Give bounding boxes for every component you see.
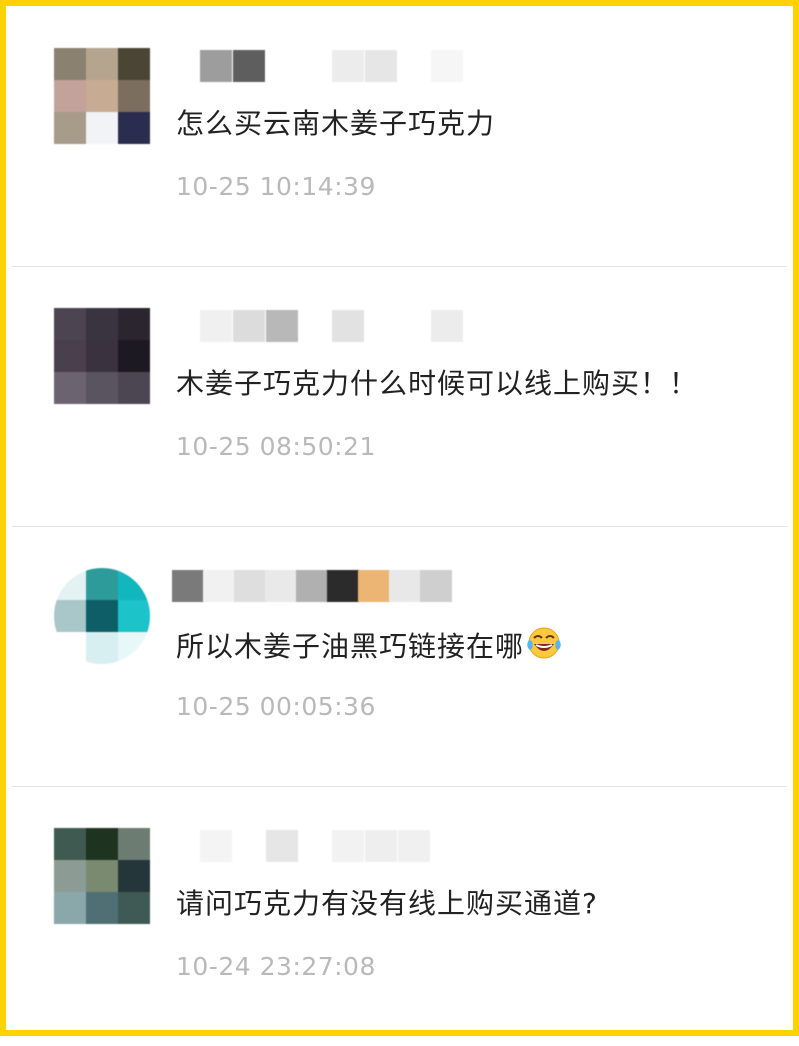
avatar-mosaic-cell — [86, 828, 118, 860]
avatar-mosaic-cell — [54, 308, 86, 340]
avatar-mosaic-cell — [54, 80, 86, 112]
comment-item[interactable]: 所以木姜子油黑巧链接在哪 10-25 00:05:36 — [12, 526, 787, 787]
avatar-mosaic-cell — [86, 80, 118, 112]
avatar-mosaic-cell — [86, 308, 118, 340]
username-mosaic-cell — [200, 310, 232, 342]
username-mosaic-cell — [266, 50, 298, 82]
avatar-mosaic-cell — [118, 372, 150, 404]
avatar-mosaic-cell — [118, 632, 150, 664]
avatar-mosaic-cell — [54, 860, 86, 892]
username-mosaic-cell — [332, 310, 364, 342]
username-mosaic-cell — [332, 50, 364, 82]
username-mosaic-cell — [299, 830, 331, 862]
comment-text: 木姜子巧克力什么时候可以线上购买！！ — [176, 367, 699, 400]
avatar-mosaic-cell — [54, 372, 86, 404]
comment-timestamp: 10-25 10:14:39 — [176, 172, 376, 201]
username-pixelated[interactable] — [170, 310, 630, 342]
avatar[interactable] — [54, 48, 150, 144]
username-mosaic-cell — [296, 570, 328, 602]
username-mosaic-cell — [398, 830, 430, 862]
username-mosaic-cell — [365, 830, 397, 862]
avatar-mosaic-cell — [86, 568, 118, 600]
username-pixelated[interactable] — [170, 50, 630, 82]
comment-text: 所以木姜子油黑巧链接在哪 — [176, 622, 564, 665]
username-mosaic-cell — [365, 50, 397, 82]
avatar-mosaic-cell — [86, 860, 118, 892]
username-mosaic-cell — [172, 570, 204, 602]
avatar-mosaic-cell — [118, 892, 150, 924]
username-mosaic-cell — [358, 570, 390, 602]
username-mosaic-cell — [233, 310, 265, 342]
avatar-mosaic-cell — [118, 860, 150, 892]
username-mosaic-cell — [234, 570, 266, 602]
avatar-mosaic-cell — [118, 308, 150, 340]
avatar-mosaic-cell — [118, 80, 150, 112]
comment-text: 请问巧克力有没有线上购买通道? — [176, 887, 598, 920]
comment-timestamp: 10-24 23:27:08 — [176, 952, 376, 981]
username-mosaic-cell — [420, 570, 452, 602]
avatar-mosaic-cell — [118, 112, 150, 144]
avatar-mosaic-cell — [86, 372, 118, 404]
avatar-mosaic-cell — [54, 112, 86, 144]
avatar-mosaic-cell — [86, 48, 118, 80]
comment-timestamp: 10-25 08:50:21 — [176, 432, 376, 461]
avatar-mosaic-cell — [86, 600, 118, 632]
username-mosaic-cell — [398, 310, 430, 342]
laughing-tears-emoji-icon — [527, 627, 561, 659]
avatar-mosaic-cell — [54, 568, 86, 600]
username-mosaic-cell — [299, 310, 331, 342]
comment-text-content: 所以木姜子油黑巧链接在哪 — [176, 630, 525, 663]
username-mosaic-cell — [200, 50, 232, 82]
username-pixelated[interactable] — [170, 830, 630, 862]
avatar-mosaic-cell — [118, 600, 150, 632]
avatar-mosaic-cell — [118, 568, 150, 600]
comment-text: 怎么买云南木姜子巧克力 — [176, 107, 496, 140]
username-mosaic-cell — [431, 50, 463, 82]
username-mosaic-cell — [200, 830, 232, 862]
username-mosaic-cell — [389, 570, 421, 602]
username-mosaic-cell — [233, 50, 265, 82]
avatar-mosaic-cell — [118, 48, 150, 80]
username-mosaic-cell — [266, 310, 298, 342]
avatar-mosaic-cell — [118, 340, 150, 372]
avatar-mosaic-cell — [86, 892, 118, 924]
avatar-mosaic-cell — [86, 632, 118, 664]
comment-list-frame: 怎么买云南木姜子巧克力 10-25 10:14:39 木姜子巧克力什么时候可以线… — [0, 0, 799, 1036]
avatar[interactable] — [54, 828, 150, 924]
username-mosaic-cell — [327, 570, 359, 602]
username-pixelated[interactable] — [170, 570, 630, 602]
username-mosaic-cell — [299, 50, 331, 82]
avatar-mosaic-cell — [54, 828, 86, 860]
username-mosaic-cell — [233, 830, 265, 862]
avatar-mosaic-cell — [54, 600, 86, 632]
avatar-mosaic-cell — [54, 340, 86, 372]
username-mosaic-cell — [265, 570, 297, 602]
username-mosaic-cell — [332, 830, 364, 862]
avatar-mosaic-cell — [86, 112, 118, 144]
avatar[interactable] — [54, 568, 150, 664]
username-mosaic-cell — [431, 310, 463, 342]
avatar-mosaic-cell — [54, 48, 86, 80]
comment-item[interactable]: 怎么买云南木姜子巧克力 10-25 10:14:39 — [12, 6, 787, 267]
comment-item[interactable]: 请问巧克力有没有线上购买通道? 10-24 23:27:08 — [12, 786, 787, 1046]
avatar-mosaic-cell — [86, 340, 118, 372]
username-mosaic-cell — [266, 830, 298, 862]
username-mosaic-cell — [431, 830, 463, 862]
avatar[interactable] — [54, 308, 150, 404]
username-mosaic-cell — [398, 50, 430, 82]
avatar-mosaic-cell — [54, 892, 86, 924]
avatar-mosaic-cell — [118, 828, 150, 860]
comment-timestamp: 10-25 00:05:36 — [176, 692, 376, 721]
username-mosaic-cell — [365, 310, 397, 342]
avatar-mosaic-cell — [54, 632, 86, 664]
username-mosaic-cell — [203, 570, 235, 602]
comment-item[interactable]: 木姜子巧克力什么时候可以线上购买！！ 10-25 08:50:21 — [12, 266, 787, 527]
